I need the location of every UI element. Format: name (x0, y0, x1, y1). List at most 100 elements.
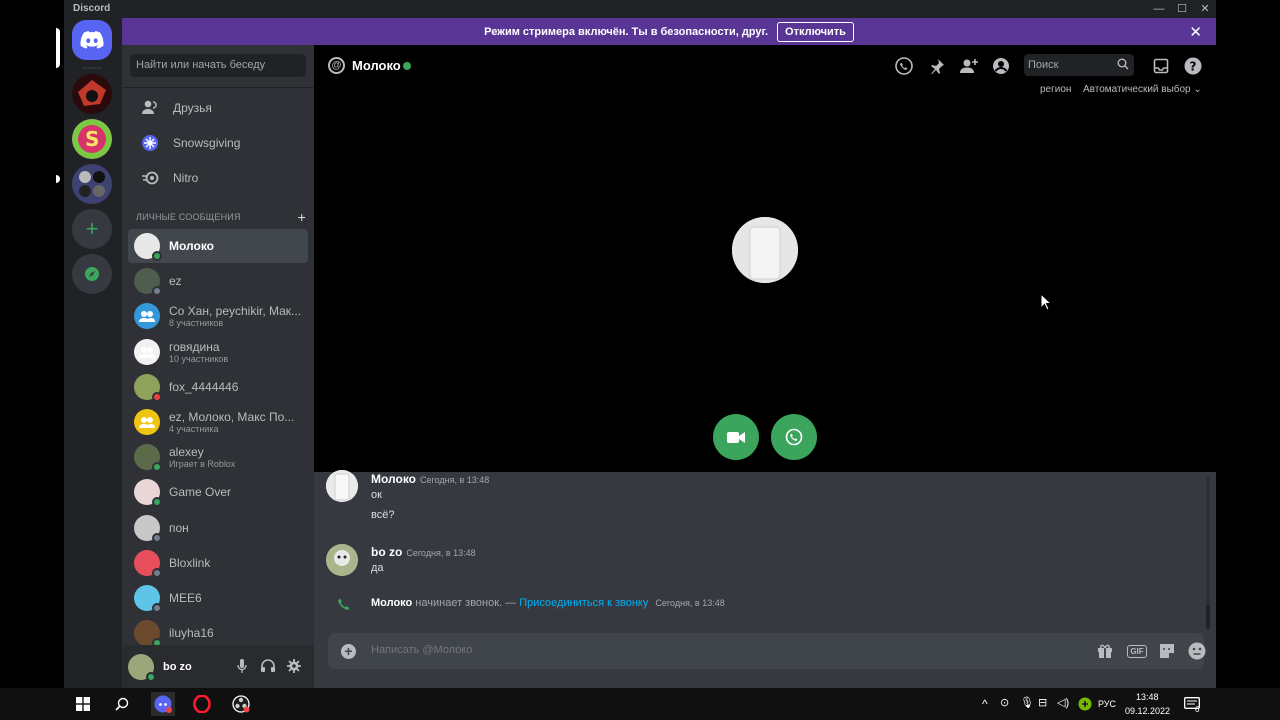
status-offline-icon (152, 532, 162, 543)
dm-name: ez (169, 274, 182, 289)
add-friends-to-dm-icon[interactable] (959, 56, 979, 76)
taskbar-opera-icon[interactable] (190, 692, 214, 716)
gif-picker-button[interactable]: GIF (1127, 642, 1147, 660)
help-icon[interactable]: ? (1183, 56, 1203, 76)
dm-item[interactable]: fox_4444446 (128, 370, 308, 404)
input-language[interactable]: РУС (1098, 699, 1116, 709)
call-initiator[interactable]: Молоко (371, 597, 412, 609)
dm-name: Молоко (169, 239, 214, 253)
microphone-icon[interactable] (235, 659, 249, 673)
clock-date[interactable]: 09.12.2022 (1125, 706, 1170, 716)
call-participant-avatar[interactable] (732, 217, 798, 283)
search-icon[interactable] (110, 692, 134, 716)
settings-gear-icon[interactable] (287, 659, 301, 673)
dm-texts: ez (169, 274, 182, 288)
emoji-icon[interactable] (1188, 642, 1206, 660)
avatar-image-icon (326, 544, 358, 576)
message-author[interactable]: bo zo (371, 545, 402, 559)
nav-snowsgiving[interactable]: Snowsgiving (130, 127, 308, 159)
dm-name: ez, Молоко, Макс По... (169, 410, 295, 424)
at-sign-icon: @ (328, 57, 345, 74)
nav-nitro[interactable]: Nitro (130, 162, 308, 194)
message-header: bo zo Сегодня, в 13:48 (371, 545, 476, 559)
message-scrollbar[interactable] (1206, 477, 1210, 629)
clock-time[interactable]: 13:48 (1136, 692, 1159, 702)
server-folder[interactable] (72, 164, 112, 204)
close-icon[interactable]: ✕ (1189, 23, 1202, 41)
taskbar-discord-icon[interactable] (151, 692, 175, 716)
snowflake-icon (138, 131, 162, 155)
dm-item[interactable]: MEE6 (128, 581, 308, 615)
server-list: S + (56, 18, 122, 688)
upload-plus-icon[interactable]: + (341, 644, 356, 659)
join-voice-call-button[interactable] (771, 414, 817, 460)
dm-subtitle: 4 участника (169, 424, 219, 434)
user-profile-icon[interactable] (991, 56, 1011, 76)
start-menu-windows-icon[interactable] (71, 692, 95, 716)
message-input[interactable]: Написать @Молоко (371, 644, 472, 656)
region-dropdown[interactable]: Автоматический выбор ⌄ (1083, 84, 1202, 95)
server-icon-red[interactable] (72, 74, 112, 114)
dm-item[interactable]: alexey Играет в Roblox (128, 440, 308, 474)
notifications-icon[interactable] (1180, 692, 1204, 716)
gift-icon[interactable] (1096, 642, 1114, 660)
message-author[interactable]: Молоко (371, 472, 416, 486)
dm-texts: alexey Играет в Roblox (169, 445, 235, 469)
channel-name: Молоко (352, 58, 401, 73)
dm-item[interactable]: говядина 10 участников (128, 335, 308, 369)
dm-item[interactable]: Bloxlink (128, 546, 308, 580)
microphone-tray-icon[interactable]: 🎙 (1020, 696, 1034, 709)
inbox-icon[interactable] (1151, 56, 1171, 76)
explore-servers-button[interactable] (72, 254, 112, 294)
dm-item[interactable]: Game Over (128, 475, 308, 509)
header-search-input[interactable]: Поиск (1024, 54, 1134, 76)
server-avatar-icon: S (72, 119, 112, 159)
close-window-icon[interactable]: ✕ (1195, 1, 1215, 17)
dm-avatar (134, 233, 162, 261)
status-online-icon (152, 497, 162, 508)
server-icon-s[interactable]: S (72, 119, 112, 159)
discord-window: Discord — ☐ ✕ S + Режим стримера включён… (56, 0, 1216, 688)
add-server-button[interactable]: + (72, 209, 112, 249)
network-icon[interactable]: ⊟ (1038, 696, 1047, 709)
scrollbar-thumb[interactable] (1206, 605, 1210, 629)
disable-streamer-mode-button[interactable]: Отключить (777, 21, 854, 42)
volume-icon[interactable]: ◁) (1057, 696, 1069, 709)
join-call-link[interactable]: Присоединиться к звонку (519, 597, 648, 609)
call-started-message: Молоко начинает звонок. — Присоединиться… (371, 597, 725, 609)
start-voice-call-icon[interactable] (894, 56, 914, 76)
pinned-messages-icon[interactable] (927, 56, 947, 76)
user-avatar[interactable] (128, 653, 156, 682)
main-panel: @ Молоко Поиск ? регион Автоматический в… (314, 45, 1216, 688)
home-button[interactable] (72, 20, 112, 60)
sticker-icon[interactable] (1158, 642, 1176, 660)
phone-icon (336, 598, 350, 617)
dm-avatar (134, 620, 162, 649)
dm-item[interactable]: ez, Молоко, Макс По... 4 участника (128, 405, 308, 439)
group-icon (139, 417, 155, 428)
dm-item[interactable]: Co Хан, peychikir, Мак... 8 участников (128, 299, 308, 333)
group-icon (139, 346, 155, 358)
message-avatar[interactable] (326, 544, 358, 576)
status-online-icon (146, 671, 156, 682)
maximize-icon[interactable]: ☐ (1172, 1, 1192, 17)
chevron-up-icon[interactable]: ^ (982, 697, 988, 711)
nav-friends[interactable]: Друзья (130, 92, 308, 124)
dm-item[interactable]: Молоко (128, 229, 308, 263)
message-text: всё? (371, 509, 395, 521)
unread-indicator (56, 175, 60, 183)
nvidia-tray-icon[interactable] (1073, 692, 1097, 716)
dm-item[interactable]: ez (128, 264, 308, 298)
minimize-icon[interactable]: — (1149, 1, 1169, 17)
message-avatar[interactable] (326, 470, 358, 502)
join-video-call-button[interactable] (713, 414, 759, 460)
headphones-icon[interactable] (261, 659, 275, 673)
search-placeholder: Поиск (1028, 59, 1059, 71)
find-conversation-input[interactable]: Найти или начать беседу (130, 54, 306, 77)
tray-app-icon[interactable]: ⊙ (1000, 696, 1009, 709)
taskbar-obs-icon[interactable] (229, 692, 253, 716)
create-dm-button[interactable]: + (298, 209, 306, 225)
call-area: @ Молоко Поиск ? регион Автоматический в… (314, 45, 1216, 472)
dm-item[interactable]: пон (128, 511, 308, 545)
message-header: Молоко Сегодня, в 13:48 (371, 472, 489, 486)
